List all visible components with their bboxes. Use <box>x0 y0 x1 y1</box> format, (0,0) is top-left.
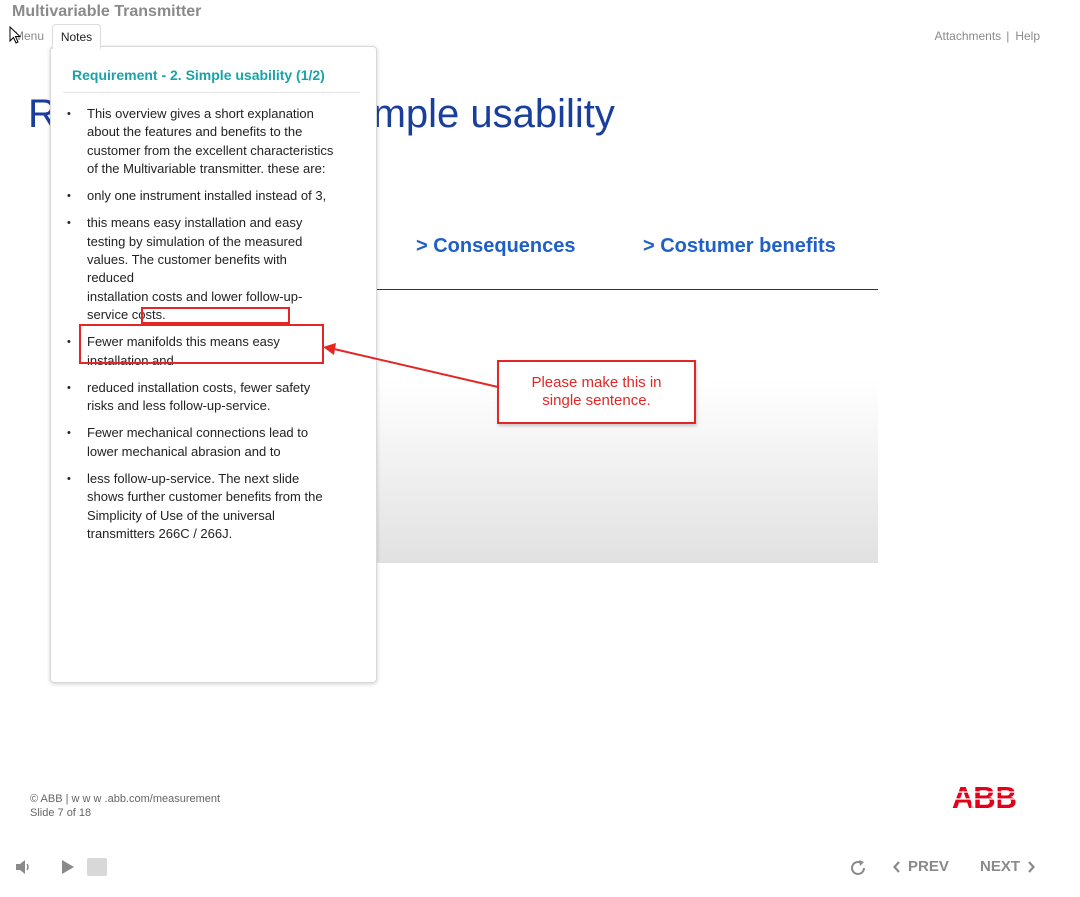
annotation-callout-text: Please make this in single sentence. <box>531 374 662 409</box>
annotation-arrow <box>323 343 499 388</box>
annotation-callout: Please make this in single sentence. <box>497 360 696 424</box>
mouse-cursor-icon <box>9 26 21 44</box>
